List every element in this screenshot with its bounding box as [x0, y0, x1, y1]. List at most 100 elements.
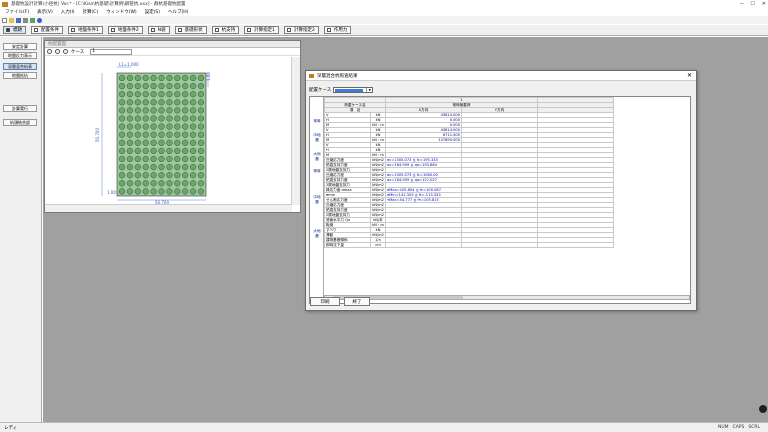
pile-circle: [142, 147, 149, 155]
pile-head-button[interactable]: 杭頭結合部: [3, 119, 37, 126]
tab-title[interactable]: 標題: [3, 26, 26, 34]
pile-circle: [134, 123, 141, 130]
pile-circle: [134, 107, 141, 114]
pile-circle: [150, 115, 157, 122]
menu-file[interactable]: ファイル(F): [5, 9, 29, 15]
pile-circle: [134, 115, 141, 122]
pile-circle: [118, 147, 126, 155]
preview-icon[interactable]: [30, 17, 35, 23]
stability-calc-button[interactable]: 安定計算: [3, 43, 37, 50]
pile-circle: [197, 147, 205, 155]
tab-placement[interactable]: 配置条件: [31, 26, 63, 34]
ground-reaction-button[interactable]: 地盤反力表示: [3, 52, 37, 59]
group-label-column: 常時 中地震 大地震 常時 中地震 大地震: [310, 97, 324, 303]
case-label: ケース: [71, 49, 85, 55]
case-select[interactable]: 1: [90, 48, 133, 55]
row-unit: kN/m2: [370, 232, 386, 238]
row-unit: kN・m: [370, 152, 386, 158]
menu-calc[interactable]: 計算(C): [83, 9, 99, 15]
pile-circle: [150, 107, 157, 114]
pile-circle: [197, 115, 205, 122]
pile-circle: [150, 131, 157, 138]
vertical-scrollbar[interactable]: [291, 57, 300, 205]
ground-resistance-button[interactable]: 地盤抵抗: [3, 72, 37, 79]
result-table: 1 荷重ケース名 常時無載荷 項 目 X方向 Y方向 VkN 43814.000 H…: [324, 97, 614, 248]
pile-circle: [197, 163, 205, 171]
dropdown-selected: [335, 89, 364, 92]
help-icon[interactable]: [37, 17, 42, 23]
row-unit: kN/m2: [370, 197, 386, 203]
print-button[interactable]: 印刷: [310, 297, 340, 306]
tab-ground1[interactable]: 地盤条件1: [68, 26, 103, 34]
menu-settings[interactable]: 設定(S): [145, 9, 160, 15]
assistant-icon[interactable]: [759, 405, 767, 413]
pile-circle: [126, 188, 134, 195]
check-icon: [110, 28, 115, 32]
pile-circle: [166, 131, 173, 138]
zoom-fit-icon[interactable]: [63, 49, 68, 54]
pile-circle: [150, 147, 157, 155]
pile-circle: [126, 83, 134, 90]
tab-pile-support[interactable]: 杭支持: [211, 26, 240, 34]
pile-circle: [166, 83, 173, 90]
close-button[interactable]: ✕: [762, 1, 766, 7]
menu-help[interactable]: ヘルプ(H): [168, 9, 188, 15]
dialog-icon: [309, 73, 314, 78]
pile-circle: [197, 180, 205, 187]
maximize-button[interactable]: ☐: [750, 1, 754, 7]
pile-circle: [142, 155, 149, 163]
pile-circle: [190, 99, 197, 106]
zoom-out-icon[interactable]: [55, 49, 60, 54]
pile-circle: [126, 180, 134, 187]
pile-layout-window[interactable]: 杭配置図 ケース 1 L1=1.000 50.700 50.700 1.00 1…: [44, 40, 301, 213]
tab-ground2[interactable]: 地盤条件2: [107, 26, 143, 34]
save-icon[interactable]: [16, 17, 21, 23]
pile-circle: [158, 123, 165, 130]
row-unit: kN・m: [370, 122, 386, 128]
tab-foundation-shape[interactable]: 基礎形状: [174, 26, 207, 34]
grid-horizontal-scrollbar[interactable]: [324, 295, 690, 300]
pile-circle: [166, 147, 173, 155]
pile-circle: [182, 163, 189, 171]
pile-circle: [190, 83, 197, 90]
tab-calc-spec2[interactable]: 計算指定2: [284, 26, 319, 34]
tab-n-value[interactable]: N値: [147, 26, 170, 34]
pile-circle: [126, 99, 134, 106]
dialog-close-icon[interactable]: ✕: [687, 72, 692, 79]
pile-circle: [158, 131, 165, 138]
app-icon: [2, 1, 8, 7]
status-bar: レディ NUM CAPS SCRL: [0, 422, 768, 432]
menu-view[interactable]: 表示(V): [37, 9, 53, 15]
pile-circle: [190, 123, 197, 130]
pile-layout-drawing: L1=1.000 50.700 50.700 1.00 1.00: [95, 62, 211, 205]
deep-mix-table-button[interactable]: 深層混合杭表: [3, 63, 37, 70]
row-unit: kN/m2: [370, 162, 386, 168]
new-file-icon[interactable]: [2, 17, 7, 23]
pile-circle: [166, 91, 173, 98]
close-dialog-button[interactable]: 終了: [344, 297, 370, 306]
pile-circle: [197, 139, 205, 146]
open-folder-icon[interactable]: [9, 17, 14, 23]
pile-circle: [142, 172, 149, 179]
tab-force[interactable]: 作用力: [323, 26, 352, 34]
run-calc-button[interactable]: 計算実行: [3, 105, 37, 112]
horizontal-scrollbar[interactable]: [45, 204, 292, 212]
placement-case-dropdown[interactable]: ▼: [333, 87, 374, 93]
print-icon[interactable]: [23, 17, 28, 23]
check-icon: [326, 28, 331, 32]
minimize-button[interactable]: ─: [740, 1, 743, 7]
menu-window[interactable]: ウィンドウ(W): [106, 9, 136, 15]
pile-circle: [118, 131, 126, 138]
group-label: 常時: [313, 119, 321, 123]
pile-circle: [158, 83, 165, 90]
group-label: 大地震: [313, 152, 321, 161]
zoom-in-icon[interactable]: [47, 49, 52, 54]
pile-circle: [190, 155, 197, 163]
pile-circle: [158, 139, 165, 146]
pile-circle: [142, 83, 149, 90]
pile-circle: [190, 188, 197, 195]
result-grid[interactable]: 常時 中地震 大地震 常時 中地震 大地震 1 荷重ケース名 常時無載荷 項 目…: [309, 96, 691, 304]
sidebar: 安定計算 地盤反力表示 深層混合杭表 地盤抵抗 計算実行 杭頭結合部: [0, 37, 42, 422]
tab-calc-spec1[interactable]: 計算指定1: [244, 26, 279, 34]
menu-input[interactable]: 入力(I): [61, 9, 75, 15]
